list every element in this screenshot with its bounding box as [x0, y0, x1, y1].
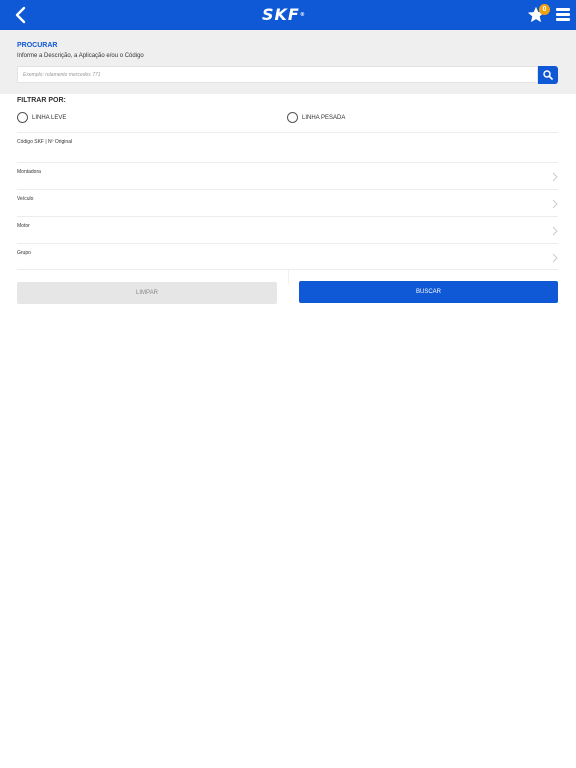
- radio-circle-icon: [287, 112, 298, 123]
- back-arrow-icon[interactable]: [12, 5, 32, 25]
- search-input[interactable]: [17, 66, 538, 83]
- field-motor[interactable]: Motor: [17, 216, 558, 243]
- skf-logo: SKF®: [262, 7, 316, 23]
- field-label: Montadora: [17, 169, 41, 175]
- chevron-right-icon: [552, 199, 558, 209]
- field-codigo-skf[interactable]: Código SKF | Nº Original: [17, 132, 558, 162]
- logo-registered-mark: ®: [299, 12, 306, 18]
- search-subtitle: Informe a Descrição, a Aplicação e/ou o …: [17, 53, 144, 59]
- radio-linha-pesada[interactable]: LINHA PESADA: [287, 111, 345, 124]
- field-label: Código SKF | Nº Original: [17, 139, 73, 145]
- filter-title: FILTRAR POR:: [17, 97, 66, 104]
- field-label: Grupo: [17, 250, 31, 256]
- favorites-count-badge: 0: [539, 4, 550, 15]
- search-submit-button[interactable]: BUSCAR: [299, 281, 558, 303]
- hamburger-menu-icon[interactable]: [556, 8, 570, 21]
- radio-linha-leve[interactable]: LINHA LEVE: [17, 111, 66, 124]
- search-button[interactable]: [538, 66, 558, 84]
- radio-label: LINHA LEVE: [32, 114, 67, 121]
- app-header: SKF® 0: [0, 0, 576, 30]
- clear-button[interactable]: LIMPAR: [17, 282, 277, 304]
- field-grupo[interactable]: Grupo: [17, 243, 558, 270]
- field-veiculo[interactable]: Veículo: [17, 189, 558, 216]
- field-label: Veículo: [17, 196, 34, 202]
- field-montadora[interactable]: Montadora: [17, 162, 558, 189]
- divider: [288, 270, 289, 284]
- search-icon: [543, 70, 553, 80]
- field-label: Motor: [17, 223, 30, 229]
- chevron-right-icon: [552, 172, 558, 182]
- radio-label: LINHA PESADA: [302, 114, 346, 121]
- logo-text: SKF: [262, 5, 300, 24]
- radio-circle-icon: [17, 112, 28, 123]
- chevron-right-icon: [552, 226, 558, 236]
- search-title: PROCURAR: [17, 42, 58, 49]
- chevron-right-icon: [552, 253, 558, 263]
- search-panel: PROCURAR Informe a Descrição, a Aplicaçã…: [0, 30, 576, 94]
